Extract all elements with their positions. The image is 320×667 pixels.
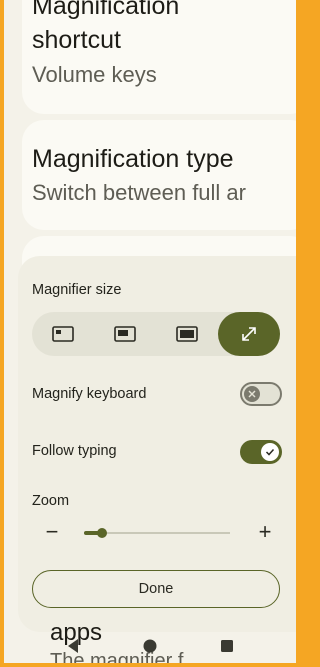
- back-icon[interactable]: [66, 638, 80, 654]
- done-button[interactable]: Done: [32, 570, 280, 608]
- close-icon: [248, 390, 256, 398]
- magnifier-medium-icon: [114, 326, 136, 342]
- check-icon: [265, 448, 275, 456]
- zoom-slider-thumb[interactable]: [96, 528, 107, 538]
- magnifier-size-medium-button[interactable]: [94, 312, 156, 356]
- magnification-type-value: Switch between full ar: [32, 180, 246, 205]
- zoom-label: Zoom: [32, 493, 70, 509]
- shortcut-value: Volume keys: [32, 62, 157, 87]
- magnifier-large-icon: [176, 326, 198, 342]
- magnifier-size-label: Magnifier size: [32, 282, 122, 298]
- magnifier-size-selector: [32, 312, 280, 356]
- magnifier-size-fullscreen-button[interactable]: [218, 312, 280, 356]
- fullscreen-expand-icon: [242, 327, 256, 341]
- magnification-settings-panel: Magnifier size Magnify keyboard Follow t…: [18, 256, 296, 632]
- follow-typing-switch[interactable]: [240, 440, 282, 464]
- shortcut-title-top: Magnification: [32, 0, 180, 20]
- zoom-slider[interactable]: [84, 528, 230, 538]
- magnification-type-title: Magnification type: [32, 145, 234, 173]
- magnifier-size-large-button[interactable]: [156, 312, 218, 356]
- follow-typing-label: Follow typing: [32, 443, 117, 459]
- zoom-out-button[interactable]: −: [40, 518, 64, 546]
- screen: Magnification shortcut Volume keys Magni…: [4, 0, 296, 663]
- magnify-keyboard-label: Magnify keyboard: [32, 386, 147, 402]
- switch-off-knob: [244, 386, 260, 402]
- magnification-type-card[interactable]: [22, 120, 296, 230]
- switch-on-knob: [261, 443, 279, 461]
- magnifier-size-small-button[interactable]: [32, 312, 94, 356]
- magnify-keyboard-switch[interactable]: [240, 382, 282, 406]
- home-icon[interactable]: [143, 639, 157, 653]
- magnifier-small-icon: [52, 326, 74, 342]
- recents-icon[interactable]: [221, 640, 233, 652]
- zoom-in-button[interactable]: +: [253, 518, 277, 546]
- shortcut-title: shortcut: [32, 26, 121, 54]
